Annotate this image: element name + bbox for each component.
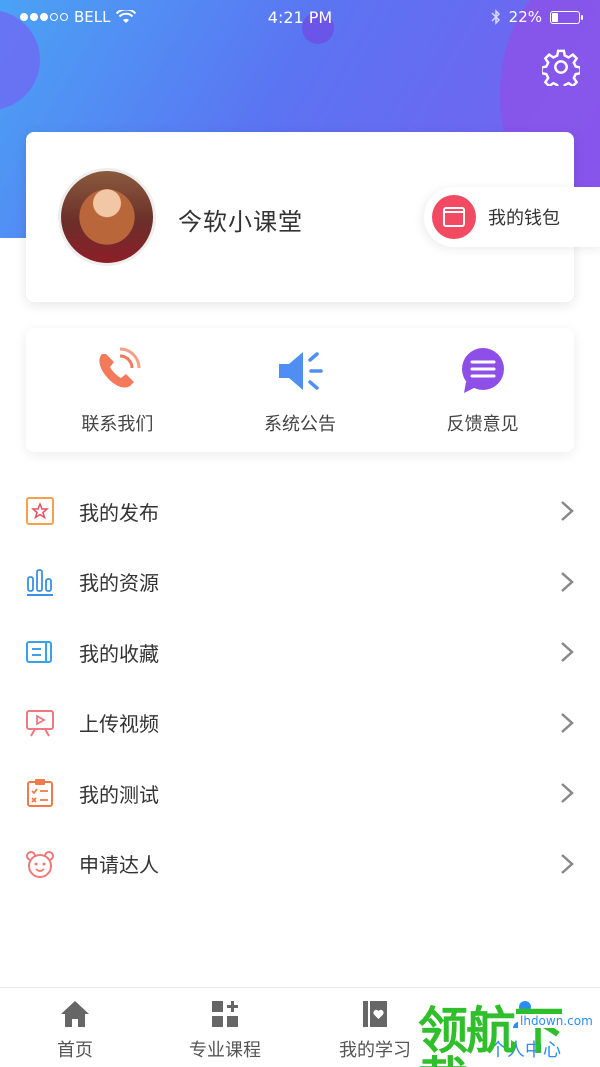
clipboard-icon: [25, 778, 55, 808]
profile-name: 今软小课堂: [178, 208, 303, 236]
tab-label: 我的学习: [339, 1040, 411, 1061]
home-icon: [59, 998, 91, 1030]
bar-chart-icon: [25, 567, 55, 597]
wallet-button[interactable]: 我的钱包: [424, 187, 600, 247]
bookmark-icon: [25, 637, 55, 667]
menu-item-my-posts[interactable]: 我的发布: [0, 476, 600, 547]
watermark-url: lhdown.com: [518, 1014, 595, 1028]
speaker-icon: [275, 346, 325, 396]
grid-plus-icon: [209, 998, 241, 1030]
avatar[interactable]: [58, 168, 156, 266]
phone-icon: [92, 346, 142, 396]
menu-label: 我的测试: [79, 782, 159, 807]
tab-courses[interactable]: 专业课程: [150, 988, 300, 1067]
chevron-right-icon: [561, 571, 574, 592]
menu-label: 上传视频: [79, 712, 159, 737]
menu-item-upload-video[interactable]: 上传视频: [0, 688, 600, 759]
video-icon: [25, 708, 55, 738]
menu-label: 申请达人: [79, 853, 159, 878]
quick-contact-label: 联系我们: [81, 414, 154, 435]
status-bar: BELL 4:21 PM 22%: [0, 0, 600, 34]
star-icon: [25, 496, 55, 526]
menu-item-apply-expert[interactable]: 申请达人: [0, 829, 600, 900]
menu-item-my-favorites[interactable]: 我的收藏: [0, 617, 600, 688]
menu-label: 我的收藏: [79, 641, 159, 666]
tab-label: 首页: [57, 1040, 93, 1061]
chevron-right-icon: [561, 783, 574, 804]
status-right: 22%: [491, 8, 583, 26]
wallet-icon: [432, 195, 476, 239]
chevron-right-icon: [561, 642, 574, 663]
settings-gear-icon[interactable]: [542, 48, 580, 86]
menu-label: 我的资源: [79, 571, 159, 596]
tab-label: 专业课程: [189, 1040, 261, 1061]
quick-feedback[interactable]: 反馈意见: [391, 328, 574, 452]
wallet-label: 我的钱包: [488, 208, 560, 229]
message-icon: [458, 346, 508, 396]
bear-icon: [25, 849, 55, 879]
menu-label: 我的发布: [79, 500, 159, 525]
tab-home[interactable]: 首页: [0, 988, 150, 1067]
chevron-right-icon: [561, 712, 574, 733]
quick-announcement[interactable]: 系统公告: [209, 328, 392, 452]
menu-list: 我的发布 我的资源 我的收藏 上传视频 我的测试 申请达人: [0, 476, 600, 899]
book-heart-icon: [359, 998, 391, 1030]
menu-item-my-tests[interactable]: 我的测试: [0, 758, 600, 829]
chevron-right-icon: [561, 501, 574, 522]
battery-icon: [550, 10, 583, 24]
menu-item-my-resources[interactable]: 我的资源: [0, 547, 600, 618]
quick-feedback-label: 反馈意见: [446, 414, 519, 435]
quick-actions-card: 联系我们 系统公告 反馈意见: [26, 328, 574, 452]
battery-percent: 22%: [508, 8, 542, 26]
chevron-right-icon: [561, 853, 574, 874]
profile-card: 今软小课堂 我的钱包: [26, 132, 600, 302]
bluetooth-icon: [491, 9, 500, 25]
quick-announcement-label: 系统公告: [264, 414, 336, 435]
quick-contact-us[interactable]: 联系我们: [26, 328, 209, 452]
